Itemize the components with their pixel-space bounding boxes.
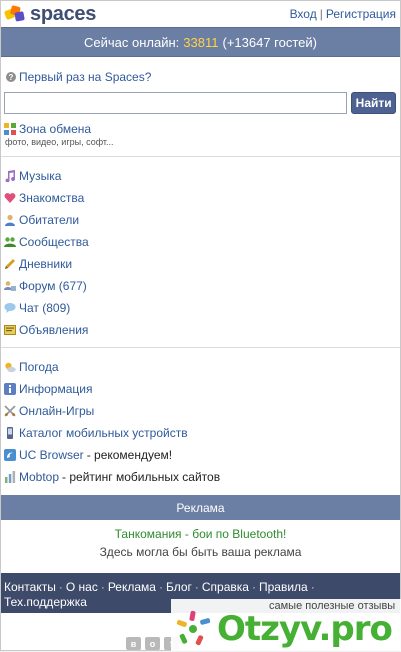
online-prefix: Сейчас онлайн:	[84, 34, 180, 50]
ucbrowser-icon	[4, 449, 16, 461]
menu-item-label: Информация	[19, 382, 93, 396]
question-icon: ?	[6, 72, 16, 82]
online-guests: (+13647 гостей)	[222, 34, 317, 50]
exchange-zone: Зона обмена фото, видео, игры, софт...	[1, 114, 400, 147]
menu-item-label: Форум (677)	[19, 279, 87, 293]
otzyv-brand: Otzyv.pro	[217, 609, 393, 649]
vk-icon[interactable]: в	[126, 637, 141, 650]
menu-item-chat[interactable]: Чат (809)	[4, 297, 400, 319]
grid-icon	[4, 123, 16, 135]
menu-item-music[interactable]: Музыка	[4, 165, 400, 187]
ad-title: Реклама	[176, 500, 225, 515]
ad-header: Реклама	[1, 495, 400, 520]
footer-link-support[interactable]: Тех.поддержка	[4, 595, 87, 609]
register-link[interactable]: Регистрация	[326, 7, 396, 21]
exchange-zone-label: Зона обмена	[19, 122, 92, 136]
footer-separator: ·	[158, 580, 163, 594]
auth-links: Вход | Регистрация	[290, 7, 396, 21]
search-input[interactable]	[4, 92, 348, 114]
footer-link-contacts[interactable]: Контакты	[4, 580, 56, 594]
menu-item-label: Онлайн-Игры	[19, 404, 95, 418]
phone-icon	[4, 427, 16, 439]
spaces-logo-icon	[4, 4, 26, 24]
menu-item-games[interactable]: Онлайн-Игры	[4, 400, 400, 422]
info-icon	[4, 383, 16, 395]
logo[interactable]: spaces	[4, 3, 96, 26]
community-icon	[4, 236, 16, 248]
menu-item-label: Знакомства	[19, 191, 85, 205]
first-time-label: Первый раз на Spaces?	[19, 70, 152, 84]
footer-link-rules[interactable]: Правила	[259, 580, 308, 594]
menu-item-forum[interactable]: Форум (677)	[4, 275, 400, 297]
pencil-icon	[4, 258, 16, 270]
header: spaces Вход | Регистрация	[1, 1, 400, 27]
menu-item-weather[interactable]: Погода	[4, 356, 400, 378]
menu-item-label: Обитатели	[19, 213, 80, 227]
heart-icon	[4, 192, 16, 204]
menu-item-info[interactable]: Информация	[4, 378, 400, 400]
search-button[interactable]: Найти	[351, 92, 396, 114]
auth-separator: |	[319, 7, 323, 21]
menu-item-suffix: - рекомендуем!	[86, 448, 173, 462]
chart-icon	[4, 471, 16, 483]
footer-separator: ·	[58, 580, 63, 594]
online-count[interactable]: 33811	[183, 35, 218, 50]
watermark: самые полезные отзывы Otzyv.pro	[171, 599, 401, 651]
menu-item-classifieds[interactable]: Объявления	[4, 319, 400, 341]
footer-separator: ·	[251, 580, 256, 594]
ads-icon	[4, 324, 16, 336]
ad-link[interactable]: Танкомания - бои по Bluetooth!	[1, 525, 400, 543]
menu-item-label: Музыка	[19, 169, 62, 183]
footer-link-blog[interactable]: Блог	[166, 580, 192, 594]
footer-separator: ·	[194, 580, 199, 594]
menu-item-dating[interactable]: Знакомства	[4, 187, 400, 209]
chat-icon	[4, 302, 16, 314]
online-bar: Сейчас онлайн: 33811 (+13647 гостей)	[1, 27, 400, 57]
footer-link-advertising[interactable]: Реклама	[108, 580, 156, 594]
menu-item-label: Сообщества	[19, 235, 89, 249]
ad-note: Здесь могла бы быть ваша реклама	[99, 545, 302, 559]
menu-item-communities[interactable]: Сообщества	[4, 231, 400, 253]
menu-item-label: Mobtop	[19, 470, 60, 484]
menu-item-residents[interactable]: Обитатели	[4, 209, 400, 231]
login-link[interactable]: Вход	[290, 7, 317, 21]
menu-item-devices[interactable]: Каталог мобильных устройств	[4, 422, 400, 444]
menu-item-label: Объявления	[19, 323, 89, 337]
menu-item-diaries[interactable]: Дневники	[4, 253, 400, 275]
exchange-zone-link[interactable]: Зона обмена	[4, 122, 396, 136]
footer-separator: ·	[100, 580, 105, 594]
menu-item-label: Чат (809)	[19, 301, 71, 315]
forum-icon	[4, 280, 16, 292]
menu-item-label: Погода	[19, 360, 59, 374]
first-time-link[interactable]: ? Первый раз на Spaces?	[1, 57, 400, 84]
main-menu: Музыка Знакомства Обитатели Сообщества Д…	[1, 157, 400, 347]
menu-item-mobtop[interactable]: Mobtop - рейтинг мобильных сайтов	[4, 466, 400, 488]
user-icon	[4, 214, 16, 226]
swords-icon	[4, 405, 16, 417]
otzyv-logo-icon	[173, 609, 213, 649]
footer-link-about[interactable]: О нас	[66, 580, 98, 594]
menu-item-label: Каталог мобильных устройств	[19, 426, 188, 440]
search-form: Найти	[1, 84, 400, 114]
menu-item-suffix: - рейтинг мобильных сайтов	[62, 470, 221, 484]
footer-link-help[interactable]: Справка	[202, 580, 249, 594]
logo-text: spaces	[30, 2, 97, 25]
ok-icon[interactable]: о	[145, 637, 160, 650]
page: spaces Вход | Регистрация Сейчас онлайн: 3…	[0, 0, 401, 651]
exchange-zone-subtitle: фото, видео, игры, софт...	[5, 137, 114, 147]
extra-menu: Погода Информация Онлайн-Игры Каталог мо…	[1, 348, 400, 495]
menu-item-label: Дневники	[19, 257, 73, 271]
music-icon	[4, 170, 16, 183]
weather-icon	[4, 361, 16, 373]
menu-item-label: UC Browser	[19, 448, 84, 462]
footer-separator: ·	[310, 580, 315, 594]
menu-item-ucbrowser[interactable]: UC Browser - рекомендуем!	[4, 444, 400, 466]
